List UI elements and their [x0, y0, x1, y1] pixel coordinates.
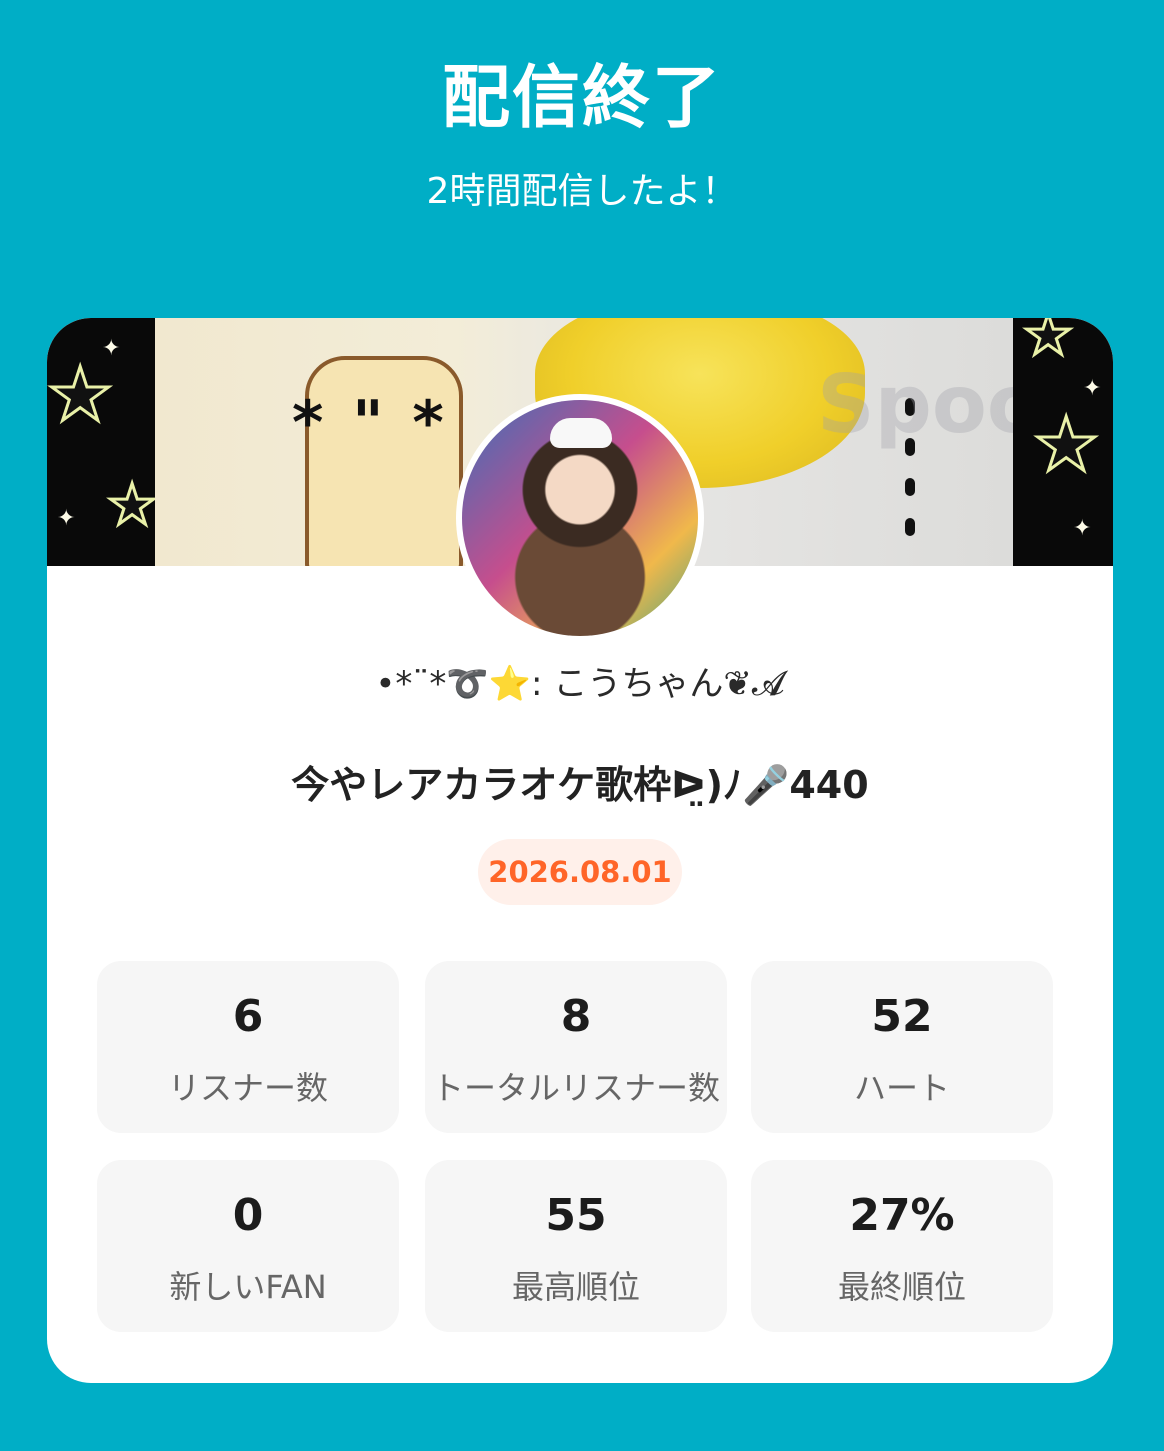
stat-value: 55	[545, 1190, 607, 1241]
stat-new-fans: 0 新しいFAN	[97, 1160, 399, 1332]
stat-value: 8	[560, 991, 592, 1042]
username: •*¨*➰⭐️: こうちゃん❦𝓐	[375, 664, 785, 704]
result-card: * " * Spoon ★ ★ ✦ ✦ ★ ★ ✦ ✦ •*¨*➰⭐️: こうち…	[47, 318, 1113, 1383]
page-title: 配信終了	[441, 59, 722, 138]
cat-image	[550, 418, 612, 448]
sparkle-icon: ✦	[1073, 516, 1092, 541]
stat-label: トータルリスナー数	[431, 1069, 720, 1107]
stat-final-rank: 27% 最終順位	[751, 1160, 1053, 1332]
sparkle-icon: ✦	[102, 336, 121, 361]
stat-value: 6	[232, 991, 264, 1042]
page-subtitle: 2時間配信したよ！	[426, 171, 738, 212]
banner-right-stars: ★ ★ ✦ ✦	[1013, 318, 1113, 566]
avatar[interactable]	[456, 394, 704, 642]
star-icon: ★	[105, 473, 155, 538]
stat-label: 最終順位	[837, 1268, 966, 1306]
sparkle-icon: ✦	[57, 506, 76, 531]
stat-label: リスナー数	[167, 1069, 328, 1107]
stat-hearts: 52 ハート	[751, 961, 1053, 1133]
date-badge: 2026.08.01	[478, 839, 682, 905]
star-icon: ★	[47, 352, 115, 438]
banner-left-stars: ★ ★ ✦ ✦	[47, 318, 155, 566]
stat-label: 新しいFAN	[169, 1268, 327, 1306]
stat-label: 最高順位	[511, 1268, 640, 1306]
stat-value: 27%	[849, 1190, 955, 1241]
sparkle-icon: ✦	[1083, 376, 1102, 401]
face-decoration: * " *	[292, 388, 448, 458]
live-title: 今やレアカラオケ歌枠ᐅ̤)ﾉ🎤440	[291, 763, 869, 807]
stat-value: 52	[871, 991, 933, 1042]
stat-total-listeners: 8 トータルリスナー数	[425, 961, 727, 1133]
stat-listeners: 6 リスナー数	[97, 961, 399, 1133]
stat-value: 0	[232, 1190, 264, 1241]
star-icon: ★	[1021, 318, 1074, 368]
star-icon: ★	[1031, 402, 1100, 488]
avatar-image	[462, 400, 698, 636]
stat-best-rank: 55 最高順位	[425, 1160, 727, 1332]
stat-label: ハート	[853, 1069, 950, 1107]
